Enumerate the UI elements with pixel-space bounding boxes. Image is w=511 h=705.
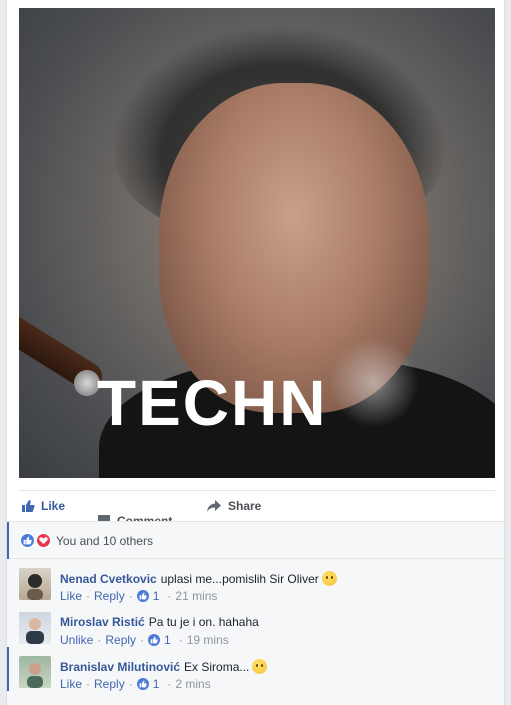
like-count-icon [136, 678, 149, 690]
like-count-icon [148, 634, 161, 646]
comment-reply-link[interactable]: Reply [94, 589, 125, 603]
reactions-accent-bar [7, 522, 9, 560]
comment-like-link[interactable]: Like [60, 677, 82, 691]
comment-item: Nenad Cvetkovic uplasi me...pomislih Sir … [7, 559, 504, 603]
comment-author[interactable]: Branislav Milutinović [60, 660, 180, 674]
thumbs-up-icon [21, 499, 35, 513]
post-photo[interactable]: TECHN [19, 8, 495, 478]
comment-author[interactable]: Nenad Cvetkovic [60, 572, 157, 586]
separator: · [128, 589, 133, 603]
comment-author[interactable]: Miroslav Ristić [60, 615, 145, 629]
avatar[interactable] [19, 568, 51, 600]
comment-time[interactable]: 2 mins [175, 677, 210, 691]
comment-like-link[interactable]: Like [60, 589, 82, 603]
avatar[interactable] [19, 656, 51, 688]
smile-emoji-icon [252, 659, 268, 674]
comment-text: uplasi me...pomislih Sir Oliver [160, 572, 319, 586]
like-count-icon [136, 590, 149, 602]
separator: · [97, 633, 102, 647]
comment-time[interactable]: 19 mins [187, 633, 229, 647]
reactions-summary[interactable]: You and 10 others [7, 521, 504, 560]
comment-like-count[interactable]: 1 [153, 589, 160, 603]
separator: · [86, 677, 91, 691]
love-reaction-icon [36, 533, 51, 548]
like-label: Like [41, 499, 66, 513]
separator: · [167, 589, 172, 603]
comment-like-count[interactable]: 1 [164, 633, 171, 647]
share-arrow-icon [206, 499, 222, 513]
comment-text: Ex Siroma... [184, 660, 250, 674]
comment-item: Branislav Milutinović Ex Siroma... Like ·… [7, 647, 504, 691]
comment-reply-link[interactable]: Reply [94, 677, 125, 691]
like-reaction-icon [20, 533, 35, 548]
separator: · [140, 633, 145, 647]
comment-accent-bar [7, 647, 9, 691]
comments-list: Nenad Cvetkovic uplasi me...pomislih Sir … [7, 559, 504, 705]
post-actions-bar: Like Comment Share [19, 490, 495, 528]
comment-unlike-link[interactable]: Unlike [60, 633, 93, 647]
reactions-summary-text[interactable]: You and 10 others [56, 534, 153, 548]
separator: · [178, 633, 183, 647]
post-card: TECHN Like Comment Share Y [6, 0, 505, 705]
like-button[interactable]: Like [21, 499, 65, 513]
separator: · [128, 677, 133, 691]
avatar[interactable] [19, 612, 51, 644]
share-button[interactable]: Share [206, 499, 261, 513]
comment-text: Pa tu je i on. hahaha [148, 615, 259, 629]
photo-smoke [329, 338, 419, 428]
comment-reply-link[interactable]: Reply [105, 633, 136, 647]
share-label: Share [228, 499, 262, 513]
separator: · [86, 589, 91, 603]
separator: · [167, 677, 172, 691]
comment-time[interactable]: 21 mins [175, 589, 217, 603]
comment-like-count[interactable]: 1 [153, 677, 160, 691]
smile-emoji-icon [321, 571, 337, 586]
photo-overlay-text: TECHN [97, 367, 328, 439]
comment-item: Miroslav Ristić Pa tu je i on. hahaha Unl… [7, 603, 504, 647]
